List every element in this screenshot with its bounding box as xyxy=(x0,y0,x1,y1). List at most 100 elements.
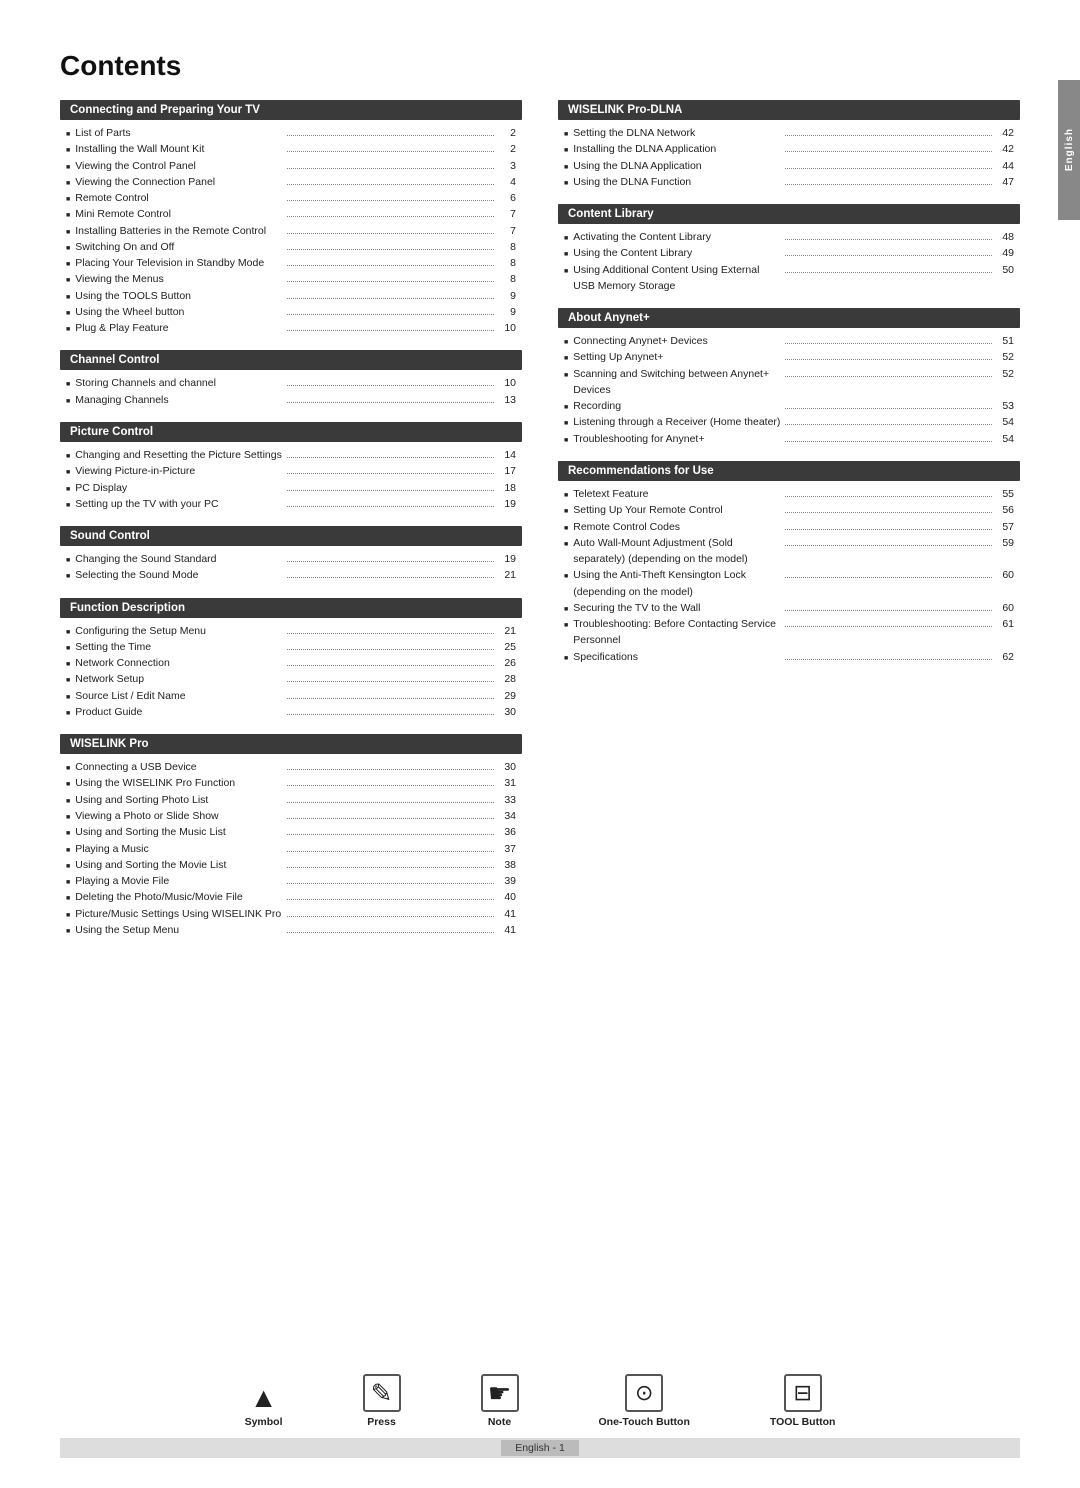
section-items-content-library: Activating the Content Library48Using th… xyxy=(558,229,1020,294)
list-item: Viewing a Photo or Slide Show34 xyxy=(64,808,518,824)
item-page: 3 xyxy=(498,158,516,174)
list-item: Setting the DLNA Network42 xyxy=(562,125,1016,141)
item-dots xyxy=(287,665,494,666)
list-item: Teletext Feature55 xyxy=(562,486,1016,502)
item-page: 52 xyxy=(996,349,1014,365)
item-page: 40 xyxy=(498,889,516,905)
item-text: Selecting the Sound Mode xyxy=(75,567,282,583)
section-header-sound-control: Sound Control xyxy=(60,526,522,546)
item-page: 4 xyxy=(498,174,516,190)
item-dots xyxy=(287,249,494,250)
item-page: 52 xyxy=(996,366,1014,382)
item-text: Configuring the Setup Menu xyxy=(75,623,282,639)
item-text: Connecting a USB Device xyxy=(75,759,282,775)
item-dots xyxy=(785,135,992,136)
section-connecting-preparing: Connecting and Preparing Your TVList of … xyxy=(60,100,522,336)
list-item: Selecting the Sound Mode 21 xyxy=(64,567,518,583)
section-items-sound-control: Changing the Sound Standard19Selecting t… xyxy=(60,551,522,584)
item-text: Scanning and Switching between Anynet+ D… xyxy=(573,366,780,399)
item-text: Viewing Picture-in-Picture xyxy=(75,463,282,479)
list-item: Using the WISELINK Pro Function31 xyxy=(64,775,518,791)
item-page: 47 xyxy=(996,174,1014,190)
list-item: Switching On and Off8 xyxy=(64,239,518,255)
symbols-row: ▲ Symbol ✎ Press ☛ Note ⊙ One-Touch Butt… xyxy=(60,1374,1020,1428)
item-text: Setting Up Your Remote Control xyxy=(573,502,780,518)
item-text: Remote Control xyxy=(75,190,282,206)
list-item: Placing Your Television in Standby Mode8 xyxy=(64,255,518,271)
item-text: Remote Control Codes xyxy=(573,519,780,535)
item-page: 19 xyxy=(498,496,516,512)
list-item: Using and Sorting the Movie List38 xyxy=(64,857,518,873)
item-page: 56 xyxy=(996,502,1014,518)
symbol-item-note: ☛ Note xyxy=(481,1374,519,1428)
list-item: Activating the Content Library48 xyxy=(562,229,1016,245)
item-text: Using the Setup Menu xyxy=(75,922,282,938)
list-item: Changing the Sound Standard19 xyxy=(64,551,518,567)
item-text: Using the Wheel button xyxy=(75,304,282,320)
list-item: Troubleshooting: Before Contacting Servi… xyxy=(562,616,1016,649)
list-item: Listening through a Receiver (Home theat… xyxy=(562,414,1016,430)
symbol-item-press: ✎ Press xyxy=(363,1374,401,1428)
item-dots xyxy=(287,168,494,169)
list-item: Using the Setup Menu41 xyxy=(64,922,518,938)
list-item: Recording53 xyxy=(562,398,1016,414)
item-text: Connecting Anynet+ Devices xyxy=(573,333,780,349)
item-page: 26 xyxy=(498,655,516,671)
page-title: Contents xyxy=(60,50,1020,82)
item-page: 41 xyxy=(498,906,516,922)
list-item: Managing Channels13 xyxy=(64,392,518,408)
item-dots xyxy=(785,545,992,546)
item-page: 30 xyxy=(498,759,516,775)
item-page: 21 xyxy=(498,567,516,583)
section-content-library: Content LibraryActivating the Content Li… xyxy=(558,204,1020,294)
item-dots xyxy=(785,184,992,185)
section-header-channel-control: Channel Control xyxy=(60,350,522,370)
item-page: 54 xyxy=(996,431,1014,447)
footer-page-label: English - 1 xyxy=(501,1440,579,1456)
section-items-channel-control: Storing Channels and channel10Managing C… xyxy=(60,375,522,408)
item-dots xyxy=(287,932,494,933)
section-items-about-anynet: Connecting Anynet+ Devices51Setting Up A… xyxy=(558,333,1020,447)
list-item: Playing a Movie File39 xyxy=(64,873,518,889)
item-page: 9 xyxy=(498,304,516,320)
item-page: 37 xyxy=(498,841,516,857)
item-text: Installing the DLNA Application xyxy=(573,141,780,157)
item-dots xyxy=(287,385,494,386)
list-item: List of Parts2 xyxy=(64,125,518,141)
item-page: 10 xyxy=(498,375,516,391)
item-page: 30 xyxy=(498,704,516,720)
item-dots xyxy=(287,151,494,152)
item-page: 17 xyxy=(498,463,516,479)
item-page: 33 xyxy=(498,792,516,808)
footer-page-container: English - 1 xyxy=(60,1438,1020,1458)
item-page: 60 xyxy=(996,600,1014,616)
symbol-label-press: Press xyxy=(367,1416,396,1428)
item-dots xyxy=(287,135,494,136)
item-page: 36 xyxy=(498,824,516,840)
list-item: Playing a Music37 xyxy=(64,841,518,857)
list-item: Viewing Picture-in-Picture 17 xyxy=(64,463,518,479)
item-page: 6 xyxy=(498,190,516,206)
item-text: Source List / Edit Name xyxy=(75,688,282,704)
item-page: 8 xyxy=(498,239,516,255)
list-item: Deleting the Photo/Music/Movie File40 xyxy=(64,889,518,905)
section-header-about-anynet: About Anynet+ xyxy=(558,308,1020,328)
list-item: Installing the DLNA Application 42 xyxy=(562,141,1016,157)
symbol-label-note: Note xyxy=(488,1416,511,1428)
item-dots xyxy=(287,867,494,868)
item-dots xyxy=(785,512,992,513)
item-text: Setting the DLNA Network xyxy=(573,125,780,141)
item-text: Auto Wall-Mount Adjustment (Sold separat… xyxy=(573,535,780,568)
item-page: 42 xyxy=(996,141,1014,157)
item-text: Playing a Movie File xyxy=(75,873,282,889)
symbol-label-one-touch: One-Touch Button xyxy=(599,1416,690,1428)
item-dots xyxy=(287,851,494,852)
item-dots xyxy=(287,649,494,650)
list-item: Using and Sorting the Music List36 xyxy=(64,824,518,840)
item-dots xyxy=(287,561,494,562)
item-page: 61 xyxy=(996,616,1014,632)
item-text: Network Setup xyxy=(75,671,282,687)
item-page: 38 xyxy=(498,857,516,873)
list-item: Remote Control Codes57 xyxy=(562,519,1016,535)
list-item: Using the Content Library49 xyxy=(562,245,1016,261)
